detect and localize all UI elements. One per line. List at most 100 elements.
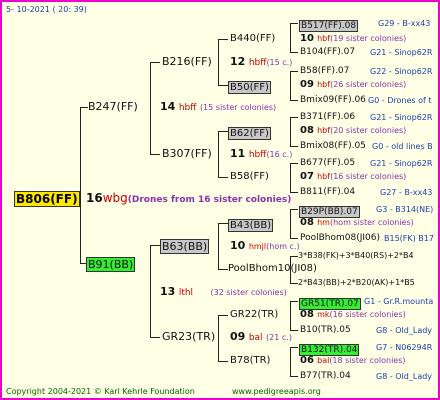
g2-1-num: 11 [230, 147, 246, 160]
root-num: 16 [86, 191, 103, 205]
g3-7-note: (18 sister colonies) [329, 356, 406, 365]
g3-7[interactable]: B78(TR) [230, 354, 270, 368]
g3-2-note: (20 sister colonies) [330, 126, 407, 135]
link-g3-0-v [290, 23, 291, 52]
g4-8-info: G3 - B314(NE) [376, 205, 434, 214]
link-g2-2 [150, 245, 160, 246]
g3-2-num: 08 [300, 125, 314, 136]
g3-1-name[interactable]: B50(FF) [228, 81, 271, 94]
g2-0[interactable]: B216(FF) [162, 55, 212, 69]
g4-0-info: G29 - B-xx43 [378, 19, 431, 28]
g2-3-info: 09 bal (21 c.) [230, 330, 292, 345]
g3-6[interactable]: GR22(TR) [230, 308, 278, 322]
g3-1[interactable]: B50(FF) [228, 78, 271, 94]
g4-5-info: G0 - old lines B [372, 142, 433, 151]
g2-1[interactable]: B307(FF) [162, 147, 212, 161]
link-g4-11 [290, 283, 298, 284]
root-queen[interactable]: B806(FF) [14, 191, 80, 207]
g4-15[interactable]: B77(TR).04 [300, 369, 351, 383]
g1-1[interactable]: B91(BB) [86, 256, 136, 272]
g3-0-num: 10 [300, 33, 314, 44]
g3-4-num: 08 [300, 217, 314, 228]
link-g4-10 [290, 256, 298, 257]
g3-4-note: (hom sister colonies) [329, 218, 414, 227]
g2-3[interactable]: GR23(TR) [162, 330, 215, 344]
g3-3[interactable]: B58(FF) [230, 170, 269, 184]
g4-14-name[interactable]: B132(TR).04 [299, 344, 360, 356]
root-info: 16wbg(Drones from 16 sister colonies) [86, 191, 291, 207]
link-g2-0 [150, 62, 160, 63]
g3-4-tag: hm [317, 218, 330, 227]
g4-4-info: G21 - Sinop62R [370, 113, 433, 122]
g4-1[interactable]: B104(FF).07 [300, 45, 355, 59]
g4-7[interactable]: B811(FF).04 [300, 185, 355, 199]
g3-4-name[interactable]: B43(BB) [228, 219, 274, 232]
g4-8-name[interactable]: B29P(BB).07 [299, 206, 360, 218]
g1-1-info: 13 lthl (32 sister colonies) [160, 285, 287, 300]
g1-0[interactable]: B247(FF) [88, 100, 138, 114]
footer-url[interactable]: www.pedigreeapis.org [232, 385, 321, 399]
g4-13[interactable]: B10(TR).05 [300, 323, 351, 337]
link-g2-2-v [218, 223, 219, 269]
link-g3-3 [218, 177, 228, 178]
g2-2-num: 10 [230, 239, 246, 252]
g3-2-name[interactable]: B62(FF) [228, 127, 271, 140]
g3-0[interactable]: B440(FF) [230, 32, 275, 46]
g3-4[interactable]: B43(BB) [228, 216, 274, 232]
g3-6-num: 08 [300, 309, 314, 320]
g4-12-name[interactable]: GR51(TR).07 [299, 298, 361, 310]
link-g2-1 [150, 154, 160, 155]
g3-6-info: 08 mk(16 sister colonies) [300, 308, 406, 322]
g3-1-num: 09 [300, 79, 314, 90]
g1-1-name[interactable]: B91(BB) [86, 257, 136, 272]
link-g4-0 [290, 23, 298, 24]
g4-2-info: G22 - Sinop62R [370, 67, 433, 76]
g4-5[interactable]: Bmix08(FF).05 [300, 139, 366, 153]
link-g1-0 [80, 107, 88, 108]
g2-2-tag: hmjl [248, 242, 267, 251]
g4-10[interactable]: 3*B38(FK)+3*B40(RS)+2*B4 [298, 249, 414, 263]
link-g4-2 [290, 71, 298, 72]
report-date: 5- 10-2021 ( 20: 39) [6, 5, 87, 14]
link-g2-3-v [218, 315, 219, 361]
g1-0-note: (15 sister colonies) [199, 103, 277, 112]
g3-6-note: (16 sister colonies) [329, 310, 406, 319]
link-root-v [80, 107, 81, 263]
g4-11[interactable]: 2*B43(BB)+2*B20(AK)+1*B5 [298, 276, 415, 290]
g4-4[interactable]: B371(FF).06 [300, 110, 355, 124]
g3-1-info: 09 hbf(26 sister colonies) [300, 78, 406, 92]
g3-2[interactable]: B62(FF) [228, 124, 271, 140]
g2-2-name[interactable]: B63(BB) [160, 239, 210, 254]
link-g3-5 [218, 269, 228, 270]
g2-1-tag: hbff [248, 150, 267, 160]
link-g3-2 [218, 131, 228, 132]
root-name[interactable]: B806(FF) [14, 191, 80, 207]
g2-0-note: (15 c.) [266, 58, 293, 67]
g4-3[interactable]: Bmix09(FF).06 [300, 93, 366, 107]
link-g4-12 [290, 301, 298, 302]
g4-12[interactable]: GR51(TR).07 [299, 294, 361, 310]
link-g4-4 [290, 117, 298, 118]
g4-2[interactable]: B58(FF).07 [300, 64, 349, 78]
g1-0-num: 14 [160, 100, 176, 113]
g4-6[interactable]: B677(FF).05 [300, 156, 355, 170]
g2-3-tag: bal [248, 333, 263, 343]
g2-0-num: 12 [230, 55, 246, 68]
g4-0-name[interactable]: B517(FF).08 [299, 20, 359, 32]
root-tag: wbg [102, 191, 128, 205]
g3-5[interactable]: PoolBhom10(JI08) [228, 262, 317, 276]
g2-2[interactable]: B63(BB) [160, 238, 210, 254]
g3-1-note: (26 sister colonies) [330, 80, 407, 89]
g4-13-info: G8 - Old_Lady [376, 326, 433, 335]
link-g4-1 [290, 52, 298, 53]
link-g2-0-v [218, 39, 219, 85]
link-g3-2-v [290, 117, 291, 146]
g3-7-num: 06 [300, 355, 314, 366]
link-g1-0-v [150, 62, 151, 154]
g4-0[interactable]: B517(FF).08 [299, 16, 359, 32]
g4-14[interactable]: B132(TR).04 [299, 340, 360, 356]
g4-9[interactable]: PoolBhom08(JI06) [300, 231, 380, 245]
g2-2-info: 10 hmjl(hom c.) [230, 239, 300, 254]
g4-8[interactable]: B29P(BB).07 [299, 202, 360, 218]
g3-0-note: (19 sister colonies) [330, 34, 407, 43]
